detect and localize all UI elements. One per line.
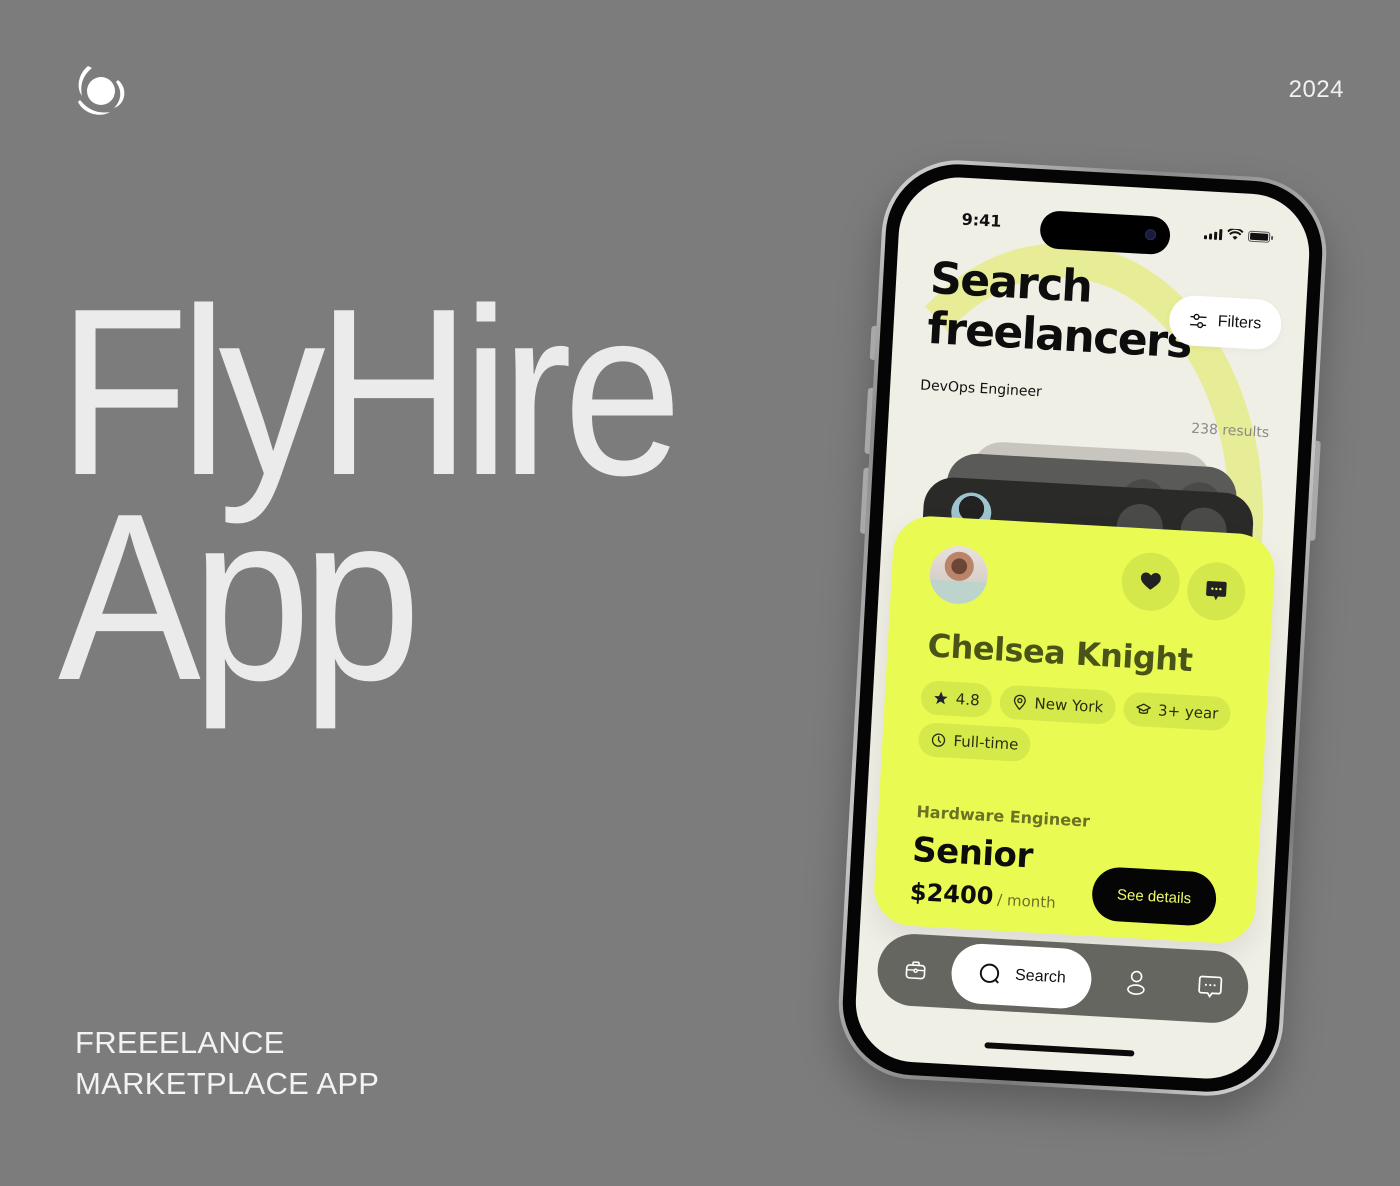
- filters-button[interactable]: Filters: [1168, 294, 1283, 351]
- status-icons: [1203, 227, 1271, 243]
- cellular-signal-icon: [1203, 228, 1223, 241]
- action-button: [869, 325, 877, 360]
- tab-messages[interactable]: [1181, 957, 1240, 1016]
- employment-type-chip: Full-time: [917, 722, 1032, 763]
- year-label: 2024: [1288, 76, 1344, 103]
- rating-chip: 4.8: [919, 680, 993, 719]
- freelancer-card[interactable]: Chelsea Knight 4.8 New York 3+ year Full…: [872, 514, 1277, 946]
- search-icon: [979, 963, 999, 984]
- status-time: 9:41: [961, 209, 1002, 231]
- camera-icon: [1144, 228, 1156, 241]
- location-chip: New York: [998, 684, 1117, 725]
- freelancer-price: $2400/ month: [909, 878, 1056, 914]
- experience-chip: 3+ year: [1122, 691, 1232, 732]
- bottom-tab-bar: Search: [875, 932, 1251, 1025]
- hero-title-line-2: App: [58, 465, 421, 730]
- freelancer-chips: 4.8 New York 3+ year Full-time: [917, 680, 1242, 774]
- tagline-line-2: MARKETPLACE APP: [75, 1066, 380, 1101]
- avatar: [928, 544, 990, 606]
- wifi-icon: [1227, 228, 1244, 240]
- tab-profile[interactable]: [1107, 953, 1166, 1012]
- swirl-logo-icon: [78, 66, 125, 115]
- clock-icon: [931, 733, 946, 747]
- tab-jobs[interactable]: [886, 941, 945, 1000]
- briefcase-icon: [905, 961, 926, 980]
- tab-search-label: Search: [1014, 966, 1067, 987]
- heart-icon: [1140, 572, 1161, 590]
- power-button: [1310, 440, 1321, 541]
- app-screen: 9:41 Search freelancers Filters DevOps E…: [852, 174, 1313, 1082]
- volume-up-button: [864, 387, 874, 454]
- battery-icon: [1247, 230, 1271, 243]
- freelancer-name: Chelsea Knight: [926, 626, 1194, 680]
- home-indicator: [983, 1042, 1134, 1057]
- sliders-icon: [1190, 313, 1208, 329]
- chat-bubble-icon: [1198, 975, 1223, 998]
- experience-value: 3+ year: [1157, 701, 1219, 723]
- employment-type-value: Full-time: [952, 731, 1019, 754]
- freelancer-role: Hardware Engineer: [915, 802, 1091, 831]
- page-title: Search freelancers: [926, 253, 1195, 369]
- location-value: New York: [1034, 694, 1104, 717]
- tagline-line-1: FREEELANCE: [75, 1025, 285, 1060]
- graduation-cap-icon: [1135, 703, 1151, 714]
- favorite-button[interactable]: [1120, 551, 1182, 613]
- volume-down-button: [859, 467, 869, 534]
- star-icon: [934, 691, 948, 705]
- user-icon: [1127, 970, 1145, 995]
- rating-value: 4.8: [955, 690, 981, 710]
- message-button[interactable]: [1185, 560, 1247, 622]
- location-pin-icon: [1013, 694, 1026, 711]
- freelancer-level: Senior: [911, 829, 1034, 877]
- dynamic-island: [1038, 210, 1171, 256]
- filters-label: Filters: [1217, 313, 1262, 333]
- chat-bubble-icon: [1206, 580, 1227, 601]
- tab-search[interactable]: Search: [949, 942, 1094, 1010]
- tagline: FREEELANCE MARKETPLACE APP: [75, 1022, 379, 1104]
- price-unit: / month: [996, 890, 1057, 912]
- hero-title: FlyHire App: [58, 274, 682, 730]
- price-value: $2400: [909, 877, 995, 911]
- status-bar: 9:41: [899, 202, 1311, 256]
- see-details-button[interactable]: See details: [1090, 865, 1218, 927]
- phone-mockup: 9:41 Search freelancers Filters DevOps E…: [834, 156, 1331, 1100]
